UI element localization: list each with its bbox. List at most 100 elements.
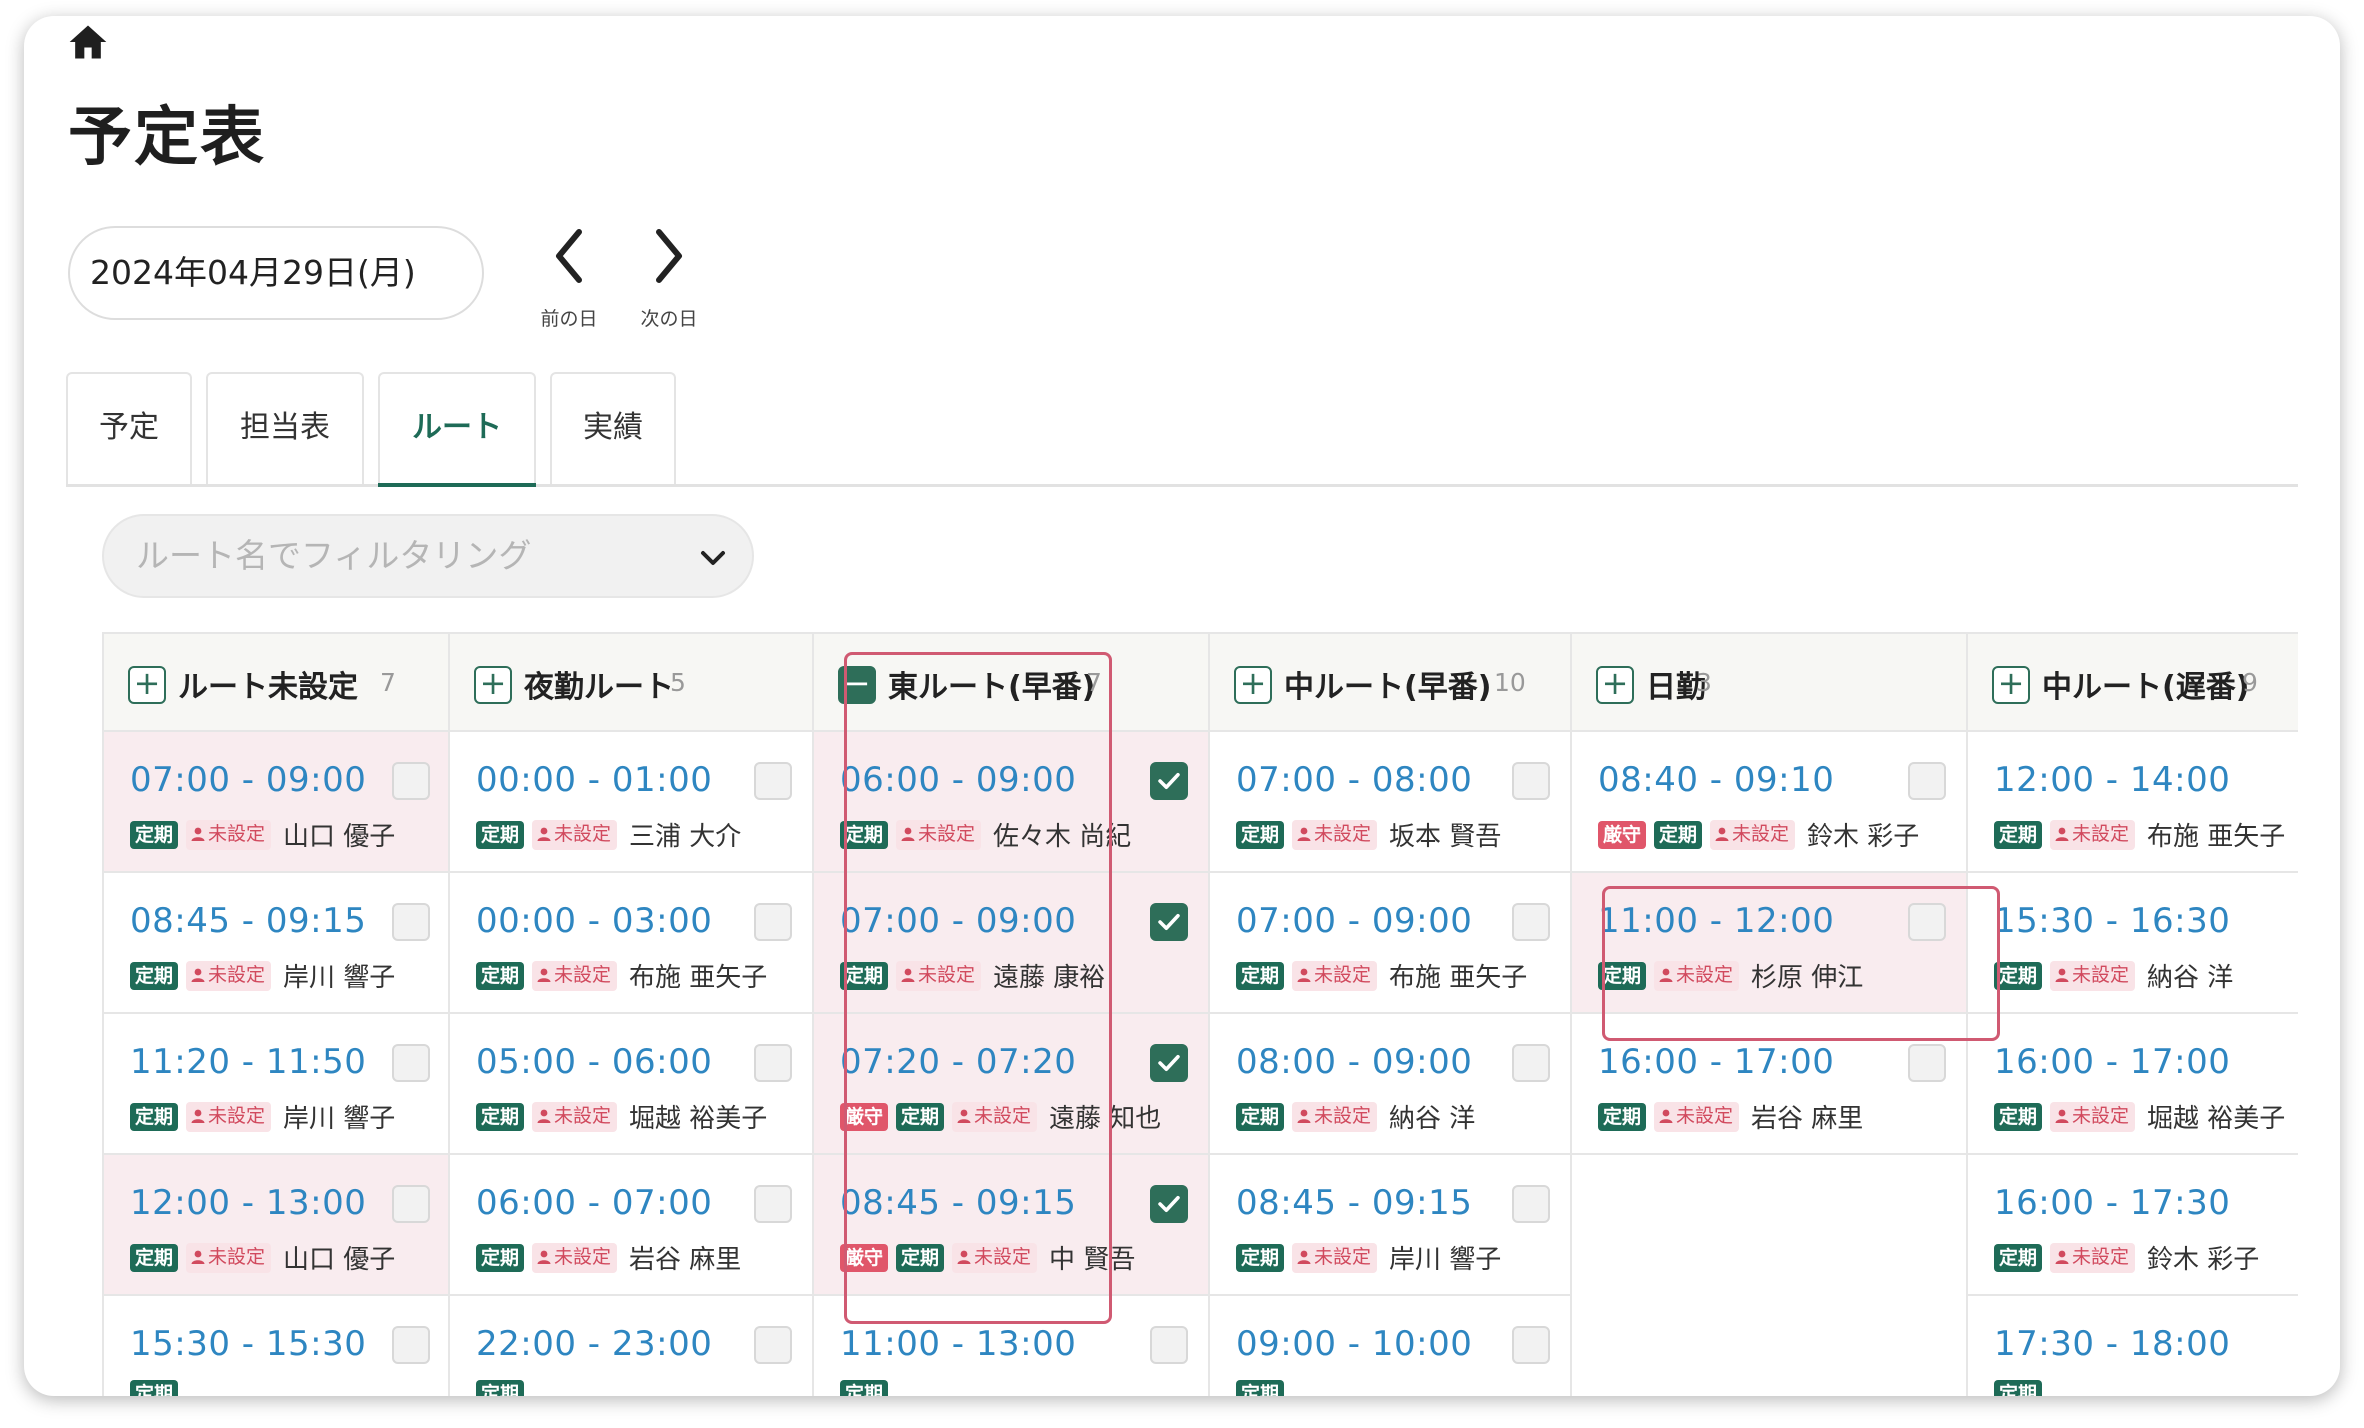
prev-day-label: 前の日 [540, 308, 598, 330]
regular-badge: 定期 [1994, 1380, 2043, 1396]
visit-checkbox[interactable] [392, 1326, 430, 1364]
visit-meta: 定期 未設定 佐々木 尚紀 [840, 816, 1131, 853]
visit-checkbox[interactable] [1150, 1044, 1188, 1082]
expand-icon[interactable]: + [128, 666, 166, 704]
visit-card[interactable]: 06:00 - 07:00 定期 未設定 岩谷 麻里 [450, 1155, 812, 1296]
visit-checkbox[interactable] [1908, 762, 1946, 800]
visit-card[interactable]: 09:00 - 10:00 定期 [1210, 1296, 1570, 1396]
home-icon[interactable] [66, 20, 110, 64]
visit-checkbox[interactable] [754, 1326, 792, 1364]
visit-checkbox[interactable] [392, 903, 430, 941]
visit-meta: 定期 未設定 布施 亜矢子 [1236, 957, 1527, 994]
visit-checkbox[interactable] [1908, 903, 1946, 941]
client-name: 岸川 響子 [1389, 1245, 1502, 1275]
visit-checkbox[interactable] [1512, 1044, 1550, 1082]
visit-card[interactable]: 16:00 - 17:00 定期 未設定 堀越 裕美子 [1968, 1014, 2298, 1155]
visit-checkbox[interactable] [1150, 1185, 1188, 1223]
visit-card[interactable]: 15:30 - 15:30 定期 [104, 1296, 448, 1396]
visit-meta: 定期 未設定 遠藤 康裕 [840, 957, 1105, 994]
unassigned-badge: 未設定 [186, 819, 272, 850]
route-column-header: − 東ルート(早番) 7 [814, 634, 1208, 732]
client-name: 遠藤 康裕 [993, 963, 1106, 993]
visit-time: 12:00 - 14:00 [1994, 760, 2231, 800]
tab-route[interactable]: ルート [378, 372, 536, 487]
visit-card[interactable]: 08:00 - 09:00 定期 未設定 納谷 洋 [1210, 1014, 1570, 1155]
visit-checkbox[interactable] [1150, 1326, 1188, 1364]
visit-time: 12:00 - 13:00 [130, 1183, 367, 1223]
visit-card[interactable]: 07:00 - 09:00 定期 未設定 山口 優子 [104, 732, 448, 873]
visit-checkbox[interactable] [754, 903, 792, 941]
client-name: 布施 亜矢子 [2147, 822, 2286, 852]
expand-icon[interactable]: + [1596, 666, 1634, 704]
visit-card[interactable]: 16:00 - 17:00 定期 未設定 岩谷 麻里 [1572, 1014, 1966, 1155]
visit-checkbox[interactable] [1150, 903, 1188, 941]
visit-card[interactable]: 08:45 - 09:15 定期 未設定 岸川 響子 [104, 873, 448, 1014]
visit-checkbox[interactable] [1512, 903, 1550, 941]
visit-meta: 厳守 定期 未設定 遠藤 知也 [840, 1098, 1161, 1135]
date-field[interactable]: 2024年04月29日(月) [68, 226, 484, 320]
client-name: 山口 優子 [283, 822, 396, 852]
regular-badge: 定期 [1994, 1102, 2043, 1131]
visit-card[interactable]: 07:00 - 09:00 定期 未設定 遠藤 康裕 [814, 873, 1208, 1014]
expand-icon[interactable]: + [1992, 666, 2030, 704]
tab-schedule[interactable]: 予定 [66, 372, 192, 484]
visit-card[interactable]: 08:45 - 09:15 定期 未設定 岸川 響子 [1210, 1155, 1570, 1296]
visit-card[interactable]: 07:20 - 07:20 厳守 定期 未設定 遠藤 知也 [814, 1014, 1208, 1155]
visit-card[interactable]: 11:00 - 12:00 定期 未設定 杉原 伸江 [1572, 873, 1966, 1014]
next-day-button[interactable]: 次の日 [624, 226, 714, 331]
route-count: 7 [380, 668, 396, 697]
route-filter-select[interactable]: ルート名でフィルタリング [102, 514, 754, 598]
unassigned-label: 未設定 [1314, 1104, 1372, 1127]
visit-checkbox[interactable] [754, 1044, 792, 1082]
visit-card[interactable]: 08:40 - 09:10 厳守 定期 未設定 鈴木 彩子 [1572, 732, 1966, 873]
expand-icon[interactable]: + [474, 666, 512, 704]
regular-badge: 定期 [896, 1243, 945, 1272]
regular-badge: 定期 [1236, 961, 1285, 990]
visit-card[interactable]: 12:00 - 14:00 定期 未設定 布施 亜矢子 [1968, 732, 2298, 873]
visit-card[interactable]: 12:00 - 13:00 定期 未設定 山口 優子 [104, 1155, 448, 1296]
visit-card[interactable]: 05:00 - 06:00 定期 未設定 堀越 裕美子 [450, 1014, 812, 1155]
client-name: 中 賢吾 [1049, 1245, 1136, 1275]
tab-assignments[interactable]: 担当表 [206, 372, 364, 484]
person-icon [536, 1106, 554, 1130]
visit-checkbox[interactable] [1512, 1326, 1550, 1364]
visit-checkbox[interactable] [1150, 762, 1188, 800]
route-name: 東ルート(早番) [888, 670, 1096, 705]
visit-meta: 定期 未設定 布施 亜矢子 [476, 957, 767, 994]
visit-card[interactable]: 17:30 - 18:00 定期 [1968, 1296, 2298, 1396]
visit-checkbox[interactable] [392, 762, 430, 800]
expand-icon[interactable]: + [1234, 666, 1272, 704]
visit-card[interactable]: 22:00 - 23:00 定期 [450, 1296, 812, 1396]
client-name: 坂本 賢吾 [1389, 822, 1502, 852]
regular-badge: 定期 [476, 1380, 525, 1396]
visit-card[interactable]: 07:00 - 08:00 定期 未設定 坂本 賢吾 [1210, 732, 1570, 873]
visit-checkbox[interactable] [1512, 762, 1550, 800]
visit-checkbox[interactable] [754, 762, 792, 800]
visit-card[interactable]: 11:00 - 13:00 定期 [814, 1296, 1208, 1396]
route-column: + 夜勤ルート 5 00:00 - 01:00 定期 未設定 三浦 大介 00:00 - 03… [450, 634, 814, 1396]
regular-badge: 定期 [840, 1380, 889, 1396]
visit-checkbox[interactable] [1908, 1044, 1946, 1082]
visit-checkbox[interactable] [754, 1185, 792, 1223]
visit-card[interactable]: 00:00 - 01:00 定期 未設定 三浦 大介 [450, 732, 812, 873]
prev-day-button[interactable]: 前の日 [524, 226, 614, 331]
visit-card[interactable]: 00:00 - 03:00 定期 未設定 布施 亜矢子 [450, 873, 812, 1014]
visit-card[interactable]: 06:00 - 09:00 定期 未設定 佐々木 尚紀 [814, 732, 1208, 873]
visit-meta: 定期 未設定 杉原 伸江 [1598, 957, 1863, 994]
person-icon [2054, 965, 2072, 989]
visit-card[interactable]: 11:20 - 11:50 定期 未設定 岸川 響子 [104, 1014, 448, 1155]
visit-card[interactable]: 16:00 - 17:30 定期 未設定 鈴木 彩子 [1968, 1155, 2298, 1296]
unassigned-label: 未設定 [974, 1245, 1032, 1268]
unassigned-label: 未設定 [918, 822, 976, 845]
visit-card[interactable]: 15:30 - 16:30 定期 未設定 納谷 洋 [1968, 873, 2298, 1014]
collapse-icon[interactable]: − [838, 666, 876, 704]
visit-card[interactable]: 07:00 - 09:00 定期 未設定 布施 亜矢子 [1210, 873, 1570, 1014]
visit-time: 05:00 - 06:00 [476, 1042, 713, 1082]
visit-checkbox[interactable] [1512, 1185, 1550, 1223]
regular-badge: 定期 [840, 961, 889, 990]
client-name: 布施 亜矢子 [1389, 963, 1528, 993]
visit-checkbox[interactable] [392, 1044, 430, 1082]
visit-checkbox[interactable] [392, 1185, 430, 1223]
tab-results[interactable]: 実績 [550, 372, 676, 484]
visit-card[interactable]: 08:45 - 09:15 厳守 定期 未設定中 賢吾 [814, 1155, 1208, 1296]
